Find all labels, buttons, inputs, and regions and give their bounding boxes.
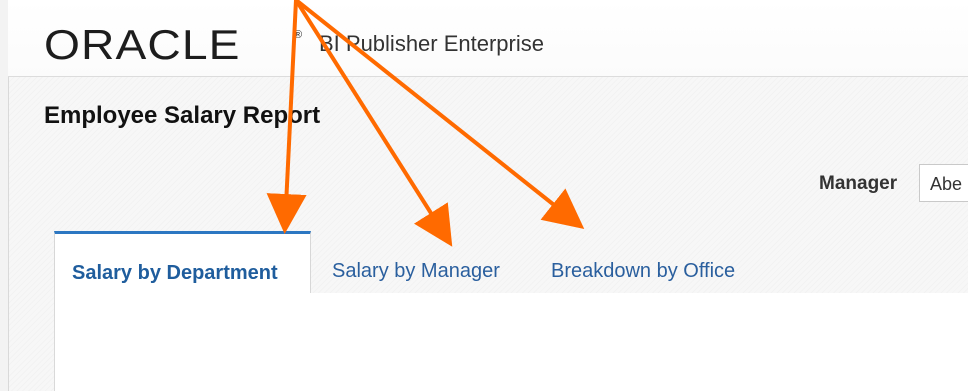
tab-breakdown-by-office[interactable]: Breakdown by Office: [551, 231, 771, 294]
tab-salary-by-manager[interactable]: Salary by Manager: [332, 231, 527, 294]
manager-label: Manager: [819, 173, 898, 194]
bi-publisher-report-page: ORACLE ® BI Publisher Enterprise Employe…: [0, 0, 968, 391]
report-title: Employee Salary Report: [44, 102, 321, 129]
product-name: BI Publisher Enterprise: [319, 31, 544, 56]
report-tabs: Salary by Department Salary by Manager B…: [54, 231, 968, 294]
tab-content-area: [54, 293, 968, 391]
registered-mark: ®: [294, 29, 303, 41]
tab-salary-by-department[interactable]: Salary by Department: [54, 231, 311, 294]
app-header: ORACLE ® BI Publisher Enterprise: [8, 0, 968, 77]
manager-input[interactable]: Abe: [919, 164, 968, 202]
oracle-logo: ORACLE: [44, 21, 241, 68]
